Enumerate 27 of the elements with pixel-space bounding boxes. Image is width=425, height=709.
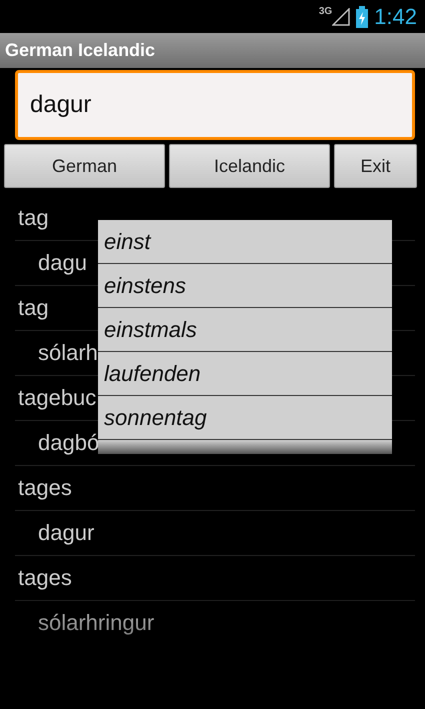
suggestion-item[interactable]: einstmals xyxy=(98,308,392,352)
action-button[interactable]: Exit xyxy=(334,144,417,188)
action-button[interactable]: Icelandic xyxy=(169,144,330,188)
search-field[interactable]: dagur xyxy=(15,70,415,140)
suggestion-item[interactable]: einst xyxy=(98,220,392,264)
german-word: tagebuc xyxy=(18,385,96,411)
suggestion-item[interactable]: laufenden xyxy=(98,352,392,396)
icelandic-word: dagur xyxy=(38,520,94,546)
result-row[interactable]: sólarhringur xyxy=(15,601,415,646)
signal-icon xyxy=(332,8,350,26)
network-label: 3G xyxy=(318,6,332,17)
result-row[interactable]: dagur xyxy=(15,511,415,556)
app-title: German Icelandic xyxy=(5,40,156,61)
result-row[interactable]: tages xyxy=(15,466,415,511)
german-word: tages xyxy=(18,565,72,591)
icelandic-word: dagbó xyxy=(38,430,100,456)
battery-charging-icon xyxy=(356,6,368,28)
suggestion-item[interactable]: einstens xyxy=(98,264,392,308)
action-button[interactable]: German xyxy=(4,144,165,188)
german-word: tag xyxy=(18,205,49,231)
icelandic-word: dagu xyxy=(38,250,87,276)
clock-time: 1:42 xyxy=(374,4,417,30)
german-word: tages xyxy=(18,475,72,501)
icelandic-word: sólarh xyxy=(38,340,98,366)
german-word: tag xyxy=(18,295,49,321)
icelandic-word: sólarhringur xyxy=(38,610,154,636)
result-row[interactable]: tages xyxy=(15,556,415,601)
